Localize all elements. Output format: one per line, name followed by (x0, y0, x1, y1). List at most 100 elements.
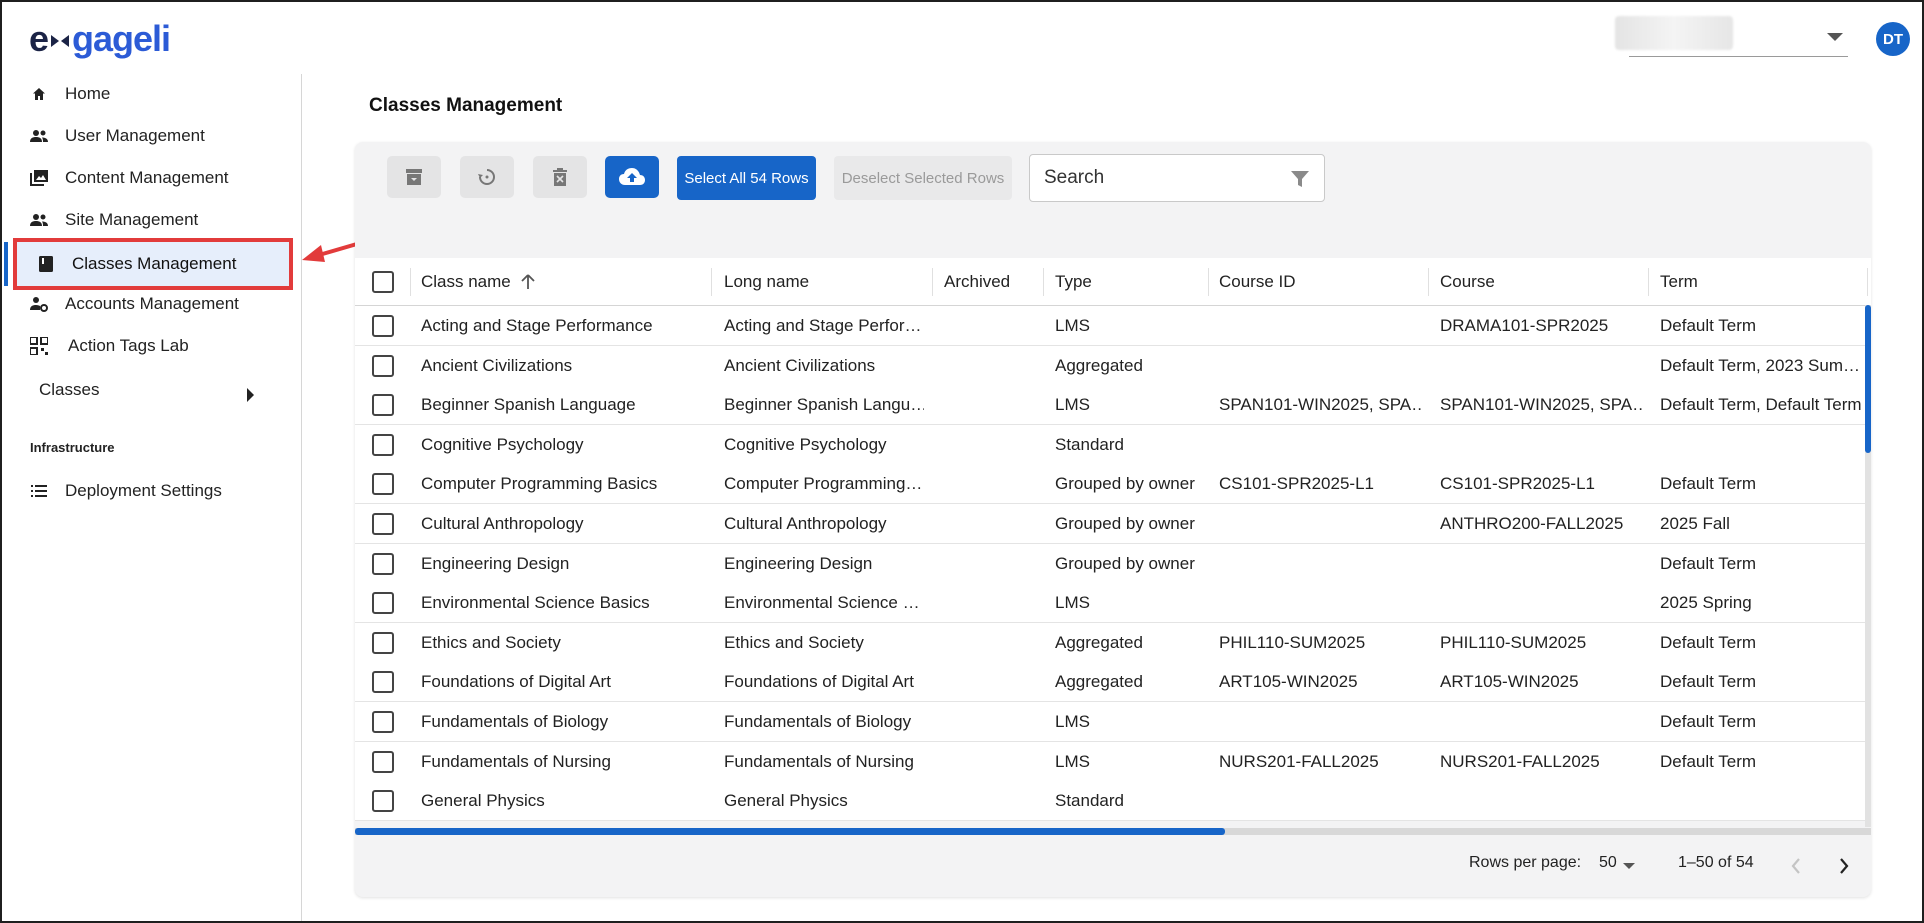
sidebar-item-label: Accounts Management (65, 294, 239, 313)
sidebar-item-deployment-settings[interactable]: Deployment Settings (2, 471, 297, 511)
column-header-long-name[interactable]: Long name (724, 258, 809, 306)
table-row[interactable]: Beginner Spanish Language Beginner Spanis… (355, 385, 1865, 426)
deselect-selected-rows-button[interactable]: Deselect Selected Rows (834, 156, 1012, 200)
row-checkbox[interactable] (372, 315, 394, 337)
table-row[interactable]: Acting and Stage Performance Acting and S… (355, 306, 1865, 346)
row-checkbox[interactable] (372, 671, 394, 694)
table-row[interactable]: Cognitive Psychology Cognitive Psychology… (355, 424, 1865, 465)
engageli-logo[interactable]: e gageli (29, 18, 171, 60)
table-row[interactable]: Ancient Civilizations Ancient Civilizatio… (355, 345, 1865, 386)
cell-class-name: Ethics and Society (421, 632, 561, 652)
table-row[interactable]: General Physics General Physics Standard (355, 781, 1865, 822)
row-checkbox[interactable] (372, 592, 394, 615)
cell-type: LMS (1055, 395, 1090, 415)
tenant-selector-blurred[interactable] (1615, 16, 1733, 50)
cell-type: Aggregated (1055, 355, 1143, 375)
logo-suffix: gageli (72, 18, 171, 59)
archive-button[interactable] (387, 156, 441, 198)
sort-ascending-icon[interactable] (521, 274, 535, 290)
row-checkbox[interactable] (372, 631, 394, 654)
next-page-button[interactable] (1832, 852, 1856, 880)
row-checkbox[interactable] (372, 473, 394, 496)
sidebar-item-action-tags-lab[interactable]: Action Tags Lab (2, 326, 297, 366)
search-input[interactable] (1044, 165, 1274, 191)
sidebar-item-user-management[interactable]: User Management (2, 116, 297, 156)
select-all-checkbox[interactable] (372, 271, 394, 293)
cell-course: ART105-WIN2025 (1440, 672, 1579, 692)
column-header-label: Course (1440, 272, 1495, 291)
sidebar-item-classes[interactable]: Classes (39, 380, 99, 400)
cell-long-name: Fundamentals of Biology (724, 712, 912, 731)
cell-term: 2025 Fall (1660, 514, 1730, 533)
sidebar-item-label: User Management (65, 126, 205, 145)
table-row[interactable]: Fundamentals of Biology Fundamentals of B… (355, 702, 1865, 742)
cell-long-name: Engineering Design (724, 553, 873, 573)
cell-class-name: Fundamentals of Nursing (421, 751, 611, 771)
filter-icon[interactable] (1290, 169, 1310, 189)
upload-button[interactable] (605, 156, 659, 198)
chevron-down-icon[interactable] (1623, 863, 1635, 869)
sidebar-item-content-management[interactable]: Content Management (2, 158, 297, 198)
row-checkbox[interactable] (372, 394, 394, 417)
row-checkbox[interactable] (372, 433, 394, 456)
cell-class-name: Engineering Design (421, 553, 570, 573)
delete-icon (553, 168, 567, 186)
sidebar-item-site-management[interactable]: Site Management (2, 200, 297, 240)
table-row[interactable]: Ethics and Society Ethics and Society Aggr… (355, 622, 1865, 663)
chevron-down-icon[interactable] (1827, 33, 1843, 41)
sidebar-item-accounts-management[interactable]: Accounts Management (2, 284, 297, 324)
cell-term: Default Term (1660, 553, 1757, 573)
column-header-course-id[interactable]: Course ID (1219, 258, 1296, 306)
column-header-label: Course ID (1219, 272, 1296, 291)
vertical-scrollbar-thumb[interactable] (1865, 305, 1871, 453)
row-checkbox[interactable] (372, 790, 394, 813)
row-checkbox[interactable] (372, 711, 394, 733)
column-header-type[interactable]: Type (1055, 258, 1092, 306)
table-row[interactable]: Cultural Anthropology Cultural Anthropolo… (355, 504, 1865, 544)
column-header-term[interactable]: Term (1660, 258, 1698, 306)
cell-archived (944, 583, 1034, 623)
cell-type: Standard (1055, 434, 1124, 454)
sidebar-item-classes-management[interactable]: Classes Management (13, 238, 293, 290)
column-header-class-name[interactable]: Class name (421, 258, 535, 306)
column-header-course[interactable]: Course (1440, 258, 1495, 306)
cell-archived (944, 464, 1034, 504)
home-icon (30, 85, 48, 103)
cell-course-id (1219, 346, 1424, 386)
cell-course-id: ART105-WIN2025 (1219, 672, 1358, 692)
column-header-archived[interactable]: Archived (944, 258, 1010, 306)
previous-page-button[interactable] (1784, 852, 1808, 880)
table-row[interactable]: Environmental Science Basics Environmenta… (355, 583, 1865, 624)
avatar[interactable]: DT (1876, 22, 1910, 56)
photo-library-icon (30, 169, 48, 187)
cell-type: LMS (1055, 712, 1090, 731)
cell-course-id: NURS201-FALL2025 (1219, 751, 1379, 771)
delete-button[interactable] (533, 156, 587, 198)
cell-term: Default Term (1660, 712, 1757, 731)
row-checkbox[interactable] (372, 552, 394, 575)
rows-per-page-select[interactable]: 50 (1599, 854, 1617, 872)
cell-course-id: PHIL110-SUM2025 (1219, 632, 1366, 652)
cell-class-name: Ancient Civilizations (421, 355, 573, 375)
row-checkbox[interactable] (372, 354, 394, 377)
table-row[interactable]: Fundamentals of Nursing Fundamentals of N… (355, 741, 1865, 782)
horizontal-scrollbar-thumb[interactable] (355, 828, 1225, 835)
logo-prefix: e (29, 18, 49, 59)
row-checkbox[interactable] (372, 750, 394, 773)
list-icon (30, 482, 48, 500)
table-row[interactable]: Computer Programming Basics Computer Prog… (355, 464, 1865, 505)
chevron-right-icon[interactable] (247, 388, 254, 402)
cell-long-name: Ethics and Society (724, 632, 864, 652)
cell-type: Grouped by owner (1055, 514, 1195, 533)
restore-button[interactable] (460, 156, 514, 198)
table-row[interactable]: Foundations of Digital Art Foundations of… (355, 662, 1865, 703)
table-row[interactable]: Engineering Design Engineering Design Grou… (355, 543, 1865, 584)
cell-course: CS101-SPR2025-L1 (1440, 474, 1595, 494)
sidebar-item-home[interactable]: Home (2, 74, 297, 114)
cell-class-name: Cognitive Psychology (421, 434, 584, 454)
cell-archived (944, 781, 1034, 821)
row-checkbox[interactable] (372, 513, 394, 535)
select-all-rows-button[interactable]: Select All 54 Rows (677, 156, 816, 200)
sidebar-item-label: Deployment Settings (65, 481, 222, 500)
sidebar-item-label: Classes (39, 380, 100, 399)
